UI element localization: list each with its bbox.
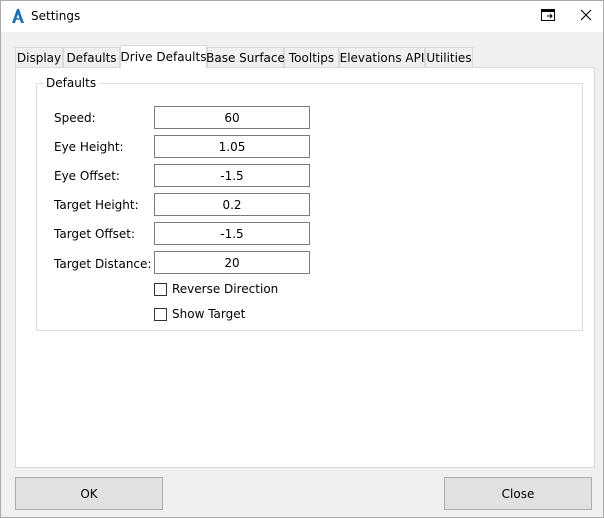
title-bar[interactable]: Settings [1, 1, 603, 32]
show-target-checkbox[interactable] [154, 307, 167, 321]
defaults-groupbox: Defaults Speed: Eye Height: Eye Offset: … [36, 76, 583, 331]
tab-drive-defaults[interactable]: Drive Defaults [120, 45, 207, 68]
eye-height-label: Eye Height: [54, 140, 124, 154]
reverse-direction-label: Reverse Direction [172, 282, 279, 296]
tab-strip: Display Defaults Drive Defaults Base Sur… [15, 45, 595, 68]
eye-offset-input[interactable] [154, 164, 310, 187]
target-height-label: Target Height: [54, 198, 139, 212]
tab-label: Drive Defaults [120, 50, 207, 64]
close-button[interactable]: Close [444, 477, 592, 510]
close-icon [580, 9, 592, 24]
tab-label: Defaults [66, 51, 117, 65]
target-offset-input[interactable] [154, 222, 310, 245]
app-logo-icon [11, 8, 25, 24]
tab-defaults[interactable]: Defaults [63, 47, 120, 68]
tab-panel-drive-defaults: Defaults Speed: Eye Height: Eye Offset: … [15, 67, 595, 468]
target-distance-label: Target Distance: [54, 257, 152, 271]
window-title: Settings [31, 9, 81, 23]
ok-button[interactable]: OK [15, 477, 163, 510]
tab-elevations-api[interactable]: Elevations API [339, 47, 425, 68]
speed-label: Speed: [54, 111, 96, 125]
tab-label: Elevations API [339, 51, 425, 65]
tab-tooltips[interactable]: Tooltips [284, 47, 339, 68]
tab-label: Tooltips [288, 51, 335, 65]
tab-label: Utilities [426, 51, 472, 65]
eye-offset-label: Eye Offset: [54, 169, 120, 183]
target-offset-label: Target Offset: [54, 227, 136, 241]
speed-input[interactable] [154, 106, 310, 129]
tab-label: Display [16, 51, 62, 65]
tab-display[interactable]: Display [15, 47, 63, 68]
reverse-direction-option[interactable]: Reverse Direction [154, 282, 278, 296]
target-height-input[interactable] [154, 193, 310, 216]
show-target-label: Show Target [172, 307, 246, 321]
tab-base-surface[interactable]: Base Surface [206, 47, 285, 68]
close-window-button[interactable] [569, 1, 603, 31]
settings-dialog: Settings Display Defaults Drive Defaults… [0, 0, 604, 518]
tab-label: Base Surface [206, 51, 285, 65]
groupbox-title: Defaults [43, 76, 100, 90]
target-distance-input[interactable] [154, 251, 310, 274]
show-target-option[interactable]: Show Target [154, 307, 245, 321]
restore-icon [540, 8, 556, 25]
reverse-direction-checkbox[interactable] [154, 282, 167, 296]
tab-utilities[interactable]: Utilities [425, 47, 473, 68]
eye-height-input[interactable] [154, 135, 310, 158]
restore-window-button[interactable] [531, 1, 565, 31]
